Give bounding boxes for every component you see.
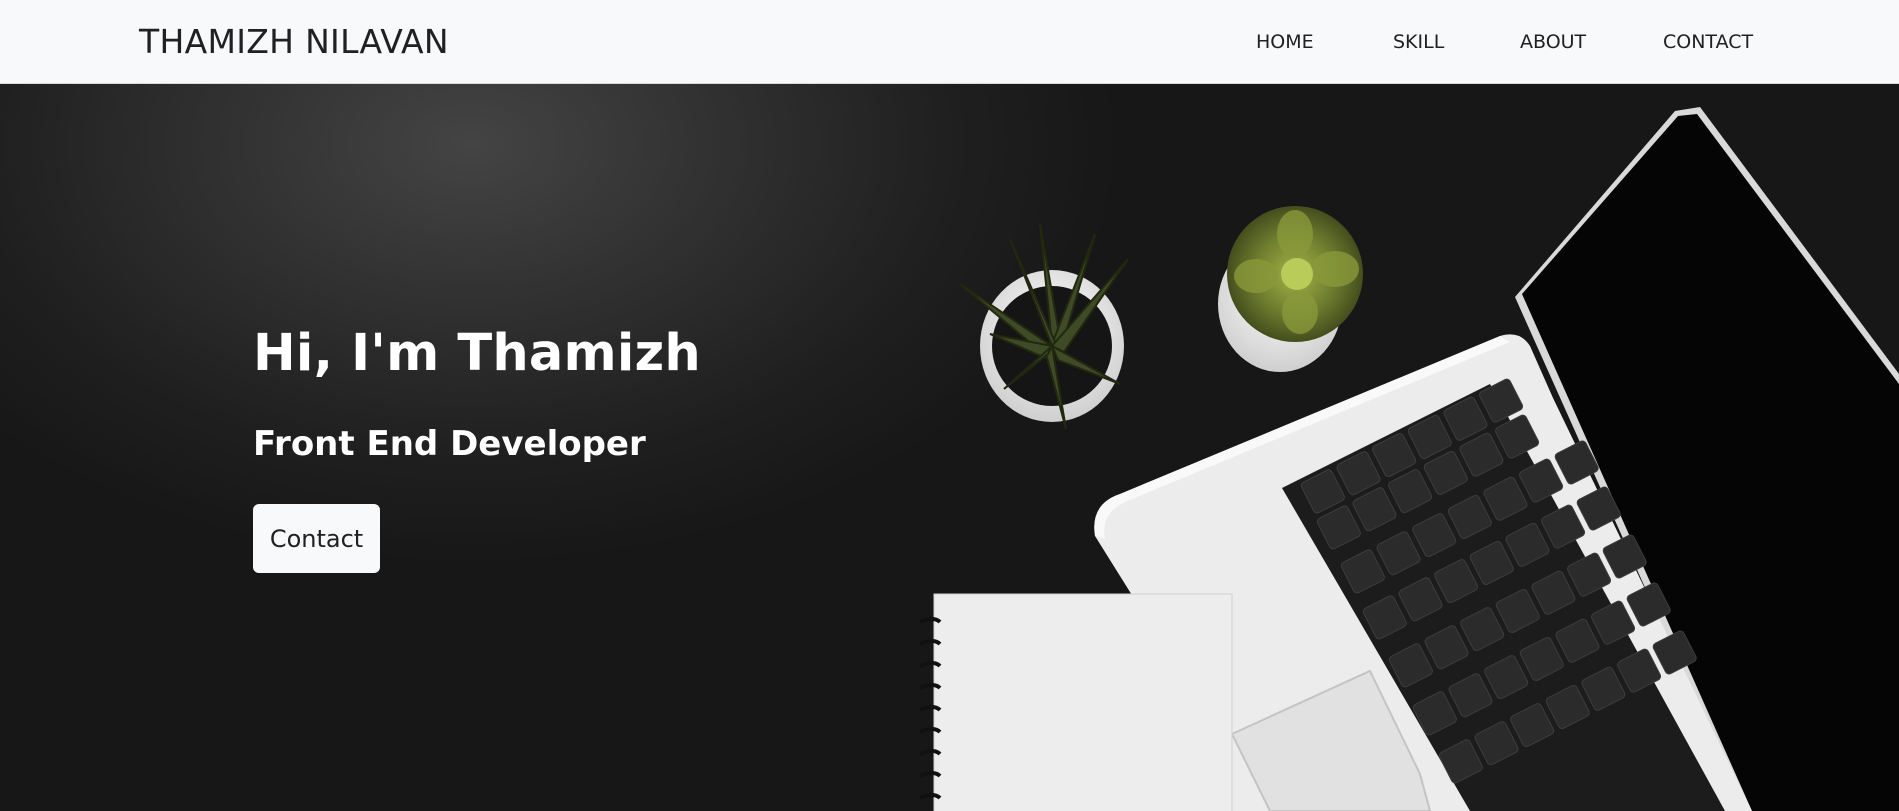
nav-link-contact[interactable]: CONTACT — [1663, 31, 1753, 53]
potted-aloe-plant — [959, 223, 1129, 430]
hero-title: Hi, I'm Thamizh — [253, 324, 701, 383]
potted-succulent-plant — [1218, 206, 1363, 372]
navbar: THAMIZH NILAVAN HOME SKILL ABOUT CONTACT — [0, 0, 1899, 84]
nav-link-home[interactable]: HOME — [1256, 31, 1314, 53]
hero-section: Hi, I'm Thamizh Front End Developer Cont… — [0, 84, 1899, 811]
nav-link-about[interactable]: ABOUT — [1520, 31, 1586, 53]
hero-subtitle: Front End Developer — [253, 424, 646, 464]
nav-link-skill[interactable]: SKILL — [1393, 31, 1444, 53]
notebook — [919, 593, 1233, 811]
contact-button[interactable]: Contact — [253, 504, 380, 573]
brand-logo[interactable]: THAMIZH NILAVAN — [139, 22, 449, 61]
